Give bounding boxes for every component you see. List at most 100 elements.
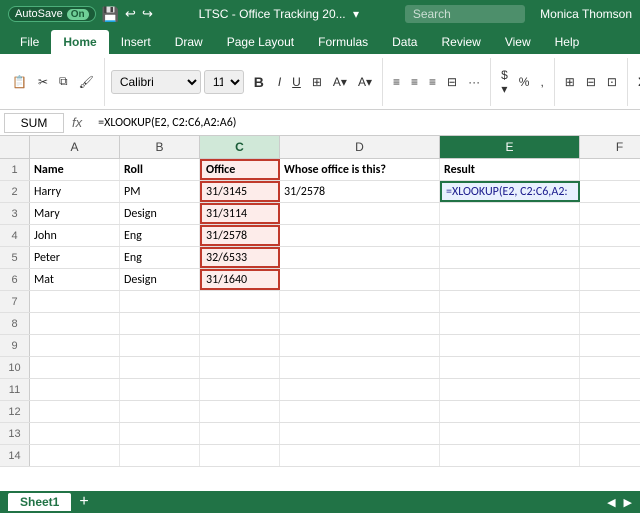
cell-b14[interactable]	[120, 445, 200, 466]
align-right-button[interactable]: ≡	[425, 73, 440, 91]
cell-f13[interactable]	[580, 423, 640, 444]
cell-f8[interactable]	[580, 313, 640, 334]
tab-file[interactable]: File	[8, 30, 51, 54]
align-left-button[interactable]: ≡	[389, 73, 404, 91]
col-header-e[interactable]: E	[440, 136, 580, 158]
font-size-select[interactable]: 11	[204, 70, 244, 94]
cell-reference-box[interactable]	[4, 113, 64, 133]
tab-help[interactable]: Help	[543, 30, 592, 54]
tab-pagelayout[interactable]: Page Layout	[215, 30, 306, 54]
formula-input[interactable]	[98, 116, 636, 130]
cell-c9[interactable]	[200, 335, 280, 356]
cell-b7[interactable]	[120, 291, 200, 312]
tab-insert[interactable]: Insert	[109, 30, 163, 54]
sheet-tab-1[interactable]: Sheet1	[8, 493, 71, 511]
font-family-select[interactable]: Calibri	[111, 70, 201, 94]
cell-a6[interactable]: Mat	[30, 269, 120, 290]
cell-d7[interactable]	[280, 291, 440, 312]
cell-b5[interactable]: Eng	[120, 247, 200, 268]
paste-button[interactable]: 📋	[8, 73, 31, 91]
cell-f5[interactable]	[580, 247, 640, 268]
cell-c12[interactable]	[200, 401, 280, 422]
cell-c2[interactable]: 31/3145	[200, 181, 280, 202]
cell-a8[interactable]	[30, 313, 120, 334]
cell-a10[interactable]	[30, 357, 120, 378]
cell-e5[interactable]	[440, 247, 580, 268]
cell-c7[interactable]	[200, 291, 280, 312]
insert-button[interactable]: ⊞	[561, 73, 579, 91]
cell-c3[interactable]: 31/3114	[200, 203, 280, 224]
tab-data[interactable]: Data	[380, 30, 429, 54]
cell-b10[interactable]	[120, 357, 200, 378]
merge-button[interactable]: ⊟	[443, 73, 461, 91]
cell-c1[interactable]: Office	[200, 159, 280, 180]
cell-e7[interactable]	[440, 291, 580, 312]
cell-d6[interactable]	[280, 269, 440, 290]
cell-b3[interactable]: Design	[120, 203, 200, 224]
cell-e9[interactable]	[440, 335, 580, 356]
underline-button[interactable]: U	[288, 73, 305, 91]
cell-a4[interactable]: John	[30, 225, 120, 246]
cell-b4[interactable]: Eng	[120, 225, 200, 246]
cell-a9[interactable]	[30, 335, 120, 356]
cell-a5[interactable]: Peter	[30, 247, 120, 268]
cell-e2[interactable]: =XLOOKUP(E2, C2:C6,A2:	[440, 181, 580, 202]
cell-d10[interactable]	[280, 357, 440, 378]
tab-home[interactable]: Home	[51, 30, 108, 54]
search-input[interactable]	[405, 5, 525, 23]
cell-c5[interactable]: 32/6533	[200, 247, 280, 268]
cell-d1[interactable]: Whose office is this?	[280, 159, 440, 180]
cell-e3[interactable]	[440, 203, 580, 224]
more-options-button[interactable]: ···	[464, 73, 484, 91]
cell-f2[interactable]	[580, 181, 640, 202]
cell-a3[interactable]: Mary	[30, 203, 120, 224]
cell-d5[interactable]	[280, 247, 440, 268]
cell-c10[interactable]	[200, 357, 280, 378]
tab-review[interactable]: Review	[429, 30, 492, 54]
bold-button[interactable]: B	[247, 70, 271, 94]
cell-b2[interactable]: PM	[120, 181, 200, 202]
cell-d4[interactable]	[280, 225, 440, 246]
format-button[interactable]: ⊡	[603, 73, 621, 91]
cell-f9[interactable]	[580, 335, 640, 356]
cell-e4[interactable]	[440, 225, 580, 246]
save-icon[interactable]: 💾	[102, 6, 119, 23]
cell-e11[interactable]	[440, 379, 580, 400]
cell-f7[interactable]	[580, 291, 640, 312]
percent-button[interactable]: %	[515, 73, 534, 91]
cell-b11[interactable]	[120, 379, 200, 400]
cell-d12[interactable]	[280, 401, 440, 422]
cell-c14[interactable]	[200, 445, 280, 466]
scroll-left-icon[interactable]: ◀	[607, 496, 615, 509]
cell-b6[interactable]: Design	[120, 269, 200, 290]
cell-d11[interactable]	[280, 379, 440, 400]
delete-button[interactable]: ⊟	[582, 73, 600, 91]
col-header-f[interactable]: F	[580, 136, 640, 158]
cell-d3[interactable]	[280, 203, 440, 224]
cell-b8[interactable]	[120, 313, 200, 334]
autosum-button[interactable]: Σ	[634, 73, 640, 91]
cell-c11[interactable]	[200, 379, 280, 400]
add-sheet-button[interactable]: +	[75, 493, 92, 511]
cell-f1[interactable]	[580, 159, 640, 180]
cell-f11[interactable]	[580, 379, 640, 400]
border-button[interactable]: ⊞	[308, 73, 326, 91]
cell-e8[interactable]	[440, 313, 580, 334]
tab-view[interactable]: View	[493, 30, 543, 54]
cell-f12[interactable]	[580, 401, 640, 422]
cell-a7[interactable]	[30, 291, 120, 312]
dropdown-icon[interactable]: ▾	[353, 7, 359, 21]
col-header-c[interactable]: C	[200, 136, 280, 158]
number-format-button[interactable]: $ ▾	[497, 66, 512, 98]
cell-e10[interactable]	[440, 357, 580, 378]
fill-color-button[interactable]: A▾	[329, 73, 351, 91]
cell-f3[interactable]	[580, 203, 640, 224]
cell-e12[interactable]	[440, 401, 580, 422]
italic-button[interactable]: I	[274, 73, 285, 91]
tab-draw[interactable]: Draw	[163, 30, 215, 54]
cell-a11[interactable]	[30, 379, 120, 400]
cell-d13[interactable]	[280, 423, 440, 444]
cell-b9[interactable]	[120, 335, 200, 356]
cell-e1[interactable]: Result	[440, 159, 580, 180]
cell-f14[interactable]	[580, 445, 640, 466]
